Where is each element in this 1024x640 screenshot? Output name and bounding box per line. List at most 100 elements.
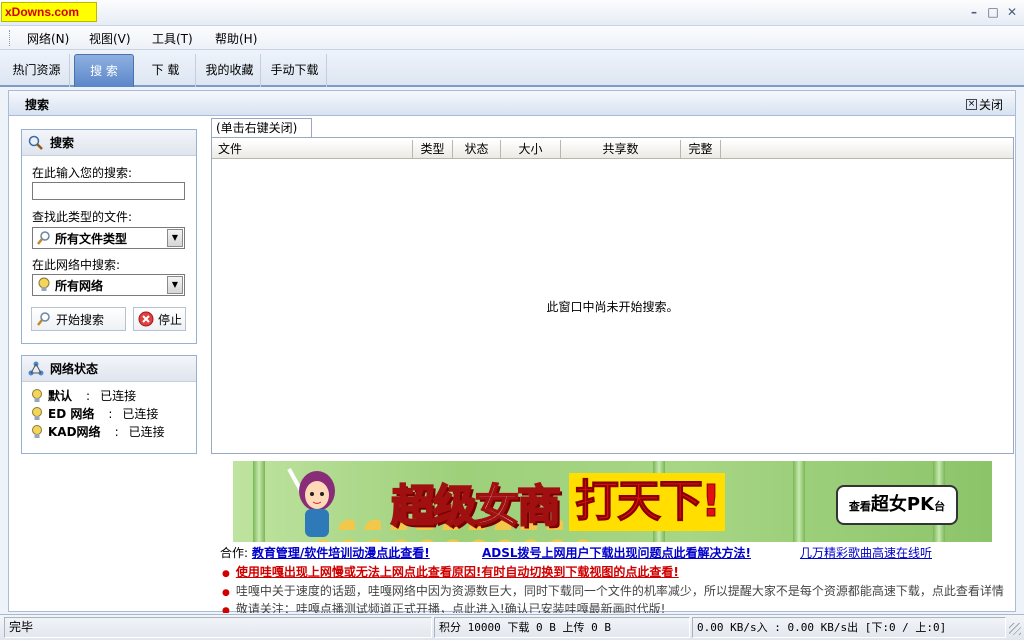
search-panel-header: 搜索 xyxy=(22,130,196,156)
menu-network[interactable]: 网络(N) xyxy=(27,30,69,47)
toolbar-grip xyxy=(9,30,12,46)
column-header-status[interactable]: 状态 xyxy=(453,140,501,159)
results-tab[interactable]: (单击右键关闭) xyxy=(211,118,312,138)
bullet-icon: ● xyxy=(222,606,230,613)
news-item: ● 哇嘎中关于速度的话题，哇嘎网络中因为资源数巨大，同时下载同一个文件的机率减少，… xyxy=(222,582,1004,599)
news-link-3[interactable]: 敬请关注：哇嘎点播测试频道正式开播，点此进入!确认已安装哇嘎最新画时代版! xyxy=(236,602,666,613)
partner-line-2: ADSL拨号上网用户下载出现问题点此看解决方法! xyxy=(482,544,751,561)
status-text: 完毕 xyxy=(4,617,432,638)
banner-cta-prefix: 查看 xyxy=(848,500,871,513)
results-list[interactable]: 文件 类型 状态 大小 共享数 完整 此窗口中尚未开始搜索。 xyxy=(211,138,1014,454)
lightbulb-icon xyxy=(32,406,42,420)
search-icon xyxy=(28,135,43,150)
network-label: 在此网络中搜索: xyxy=(32,258,121,272)
ad-banner[interactable]: 超级女商 打天下! 查看超女PK台 xyxy=(233,461,992,542)
search-panel: 搜索 在此输入您的搜索: 查找此类型的文件: 所有文件类型 ▼ 在此网络中搜索:… xyxy=(21,129,197,344)
network-sep: : xyxy=(86,388,91,403)
status-speed: 0.00 KB/s入 : 0.00 KB/s出 [下:0 / 上:0] xyxy=(692,617,1006,638)
magnifier-icon xyxy=(37,312,50,326)
start-search-label: 开始搜索 xyxy=(56,312,105,327)
empty-results-message: 此窗口中尚未开始搜索。 xyxy=(546,300,679,314)
column-header-file[interactable]: 文件 xyxy=(212,140,413,159)
network-panel-title: 网络状态 xyxy=(50,362,99,376)
partner-link-3[interactable]: 几万精彩歌曲高速在线听 xyxy=(800,546,932,560)
banner-headline: 超级女商 打天下! xyxy=(390,472,726,533)
search-panel-title: 搜索 xyxy=(50,136,75,150)
network-row-kad: KAD网络 : 已连接 xyxy=(30,423,165,440)
tab-search[interactable]: 搜 索 xyxy=(74,54,134,87)
bullet-icon: ● xyxy=(222,588,230,598)
stop-icon xyxy=(138,311,154,327)
bamboo-decoration xyxy=(253,461,265,542)
resize-grip-icon[interactable] xyxy=(1009,623,1021,635)
magnifier-icon xyxy=(37,231,50,245)
network-name: ED 网络 xyxy=(48,407,95,421)
filetype-value: 所有文件类型 xyxy=(55,231,128,246)
menu-view[interactable]: 视图(V) xyxy=(89,30,131,47)
search-input-label: 在此输入您的搜索: xyxy=(32,166,133,180)
news-link-2[interactable]: 哇嘎中关于速度的话题，哇嘎网络中因为资源数巨大，同时下载同一个文件的机率减少，所… xyxy=(236,584,1004,598)
status-points: 积分 10000 下载 0 B 上传 0 B xyxy=(434,617,690,638)
network-status: 已连接 xyxy=(100,389,137,403)
network-row-ed: ED 网络 : 已连接 xyxy=(30,405,158,422)
filetype-label: 查找此类型的文件: xyxy=(32,210,133,224)
tab-manual-download[interactable]: 手动下载 xyxy=(263,54,327,87)
stop-label: 停止 xyxy=(158,312,183,327)
partner-link-1[interactable]: 教育管理/软件培训动漫点此查看! xyxy=(252,546,430,560)
network-status: 已连接 xyxy=(128,425,165,439)
minimize-icon[interactable]: – xyxy=(966,4,982,20)
lightbulb-icon xyxy=(32,424,42,438)
title-bar: xDowns.com – □ ✕ xyxy=(0,0,1024,26)
app-logo: xDowns.com xyxy=(1,2,97,22)
banner-headline-right: 打天下! xyxy=(569,473,726,531)
partner-line-3: 几万精彩歌曲高速在线听 xyxy=(800,544,932,561)
partner-line: 合作: 教育管理/软件培训动漫点此查看! xyxy=(220,544,430,561)
menu-help[interactable]: 帮助(H) xyxy=(215,30,257,47)
network-name: KAD网络 xyxy=(48,425,101,439)
network-row-default: 默认 : 已连接 xyxy=(30,387,136,404)
column-header-type[interactable]: 类型 xyxy=(413,140,453,159)
start-search-button[interactable]: 开始搜索 xyxy=(31,307,126,331)
network-name: 默认 xyxy=(48,389,73,403)
bullet-icon: ● xyxy=(222,569,230,579)
network-icon xyxy=(28,361,44,375)
tab-favorites[interactable]: 我的收藏 xyxy=(199,54,261,87)
tab-download[interactable]: 下 载 xyxy=(136,54,196,87)
banner-cta-bold: 超女PK xyxy=(870,494,935,515)
news-item: ● 敬请关注：哇嘎点播测试频道正式开播，点此进入!确认已安装哇嘎最新画时代版! xyxy=(222,600,665,613)
section-title: 搜索 xyxy=(25,98,50,112)
column-header-sources[interactable]: 共享数 xyxy=(561,140,681,159)
stop-button[interactable]: 停止 xyxy=(133,307,186,331)
news-item: ● 使用哇嘎出现上网慢或无法上网点此查看原因!有时自动切换到下载视图的点此查看! xyxy=(222,563,679,580)
chevron-down-icon[interactable]: ▼ xyxy=(167,229,183,247)
column-header-complete[interactable]: 完整 xyxy=(681,140,721,159)
partner-label: 合作: xyxy=(220,546,249,560)
network-sep: : xyxy=(108,406,113,421)
chevron-down-icon[interactable]: ▼ xyxy=(167,276,183,294)
network-status-panel: 网络状态 默认 : 已连接 ED 网络 : 已连接 KAD网络 : 已连接 xyxy=(21,355,197,454)
banner-cta[interactable]: 查看超女PK台 xyxy=(836,485,958,525)
tab-hot-resources[interactable]: 热门资源 xyxy=(4,54,70,87)
network-sep: : xyxy=(114,424,119,439)
filetype-select[interactable]: 所有文件类型 ▼ xyxy=(32,227,185,249)
tab-bar: 热门资源 搜 索 下 载 我的收藏 手动下载 xyxy=(0,51,1024,87)
status-bar: 完毕 积分 10000 下载 0 B 上传 0 B 0.00 KB/s入 : 0… xyxy=(0,614,1024,640)
menu-bar: 网络(N) 视图(V) 工具(T) 帮助(H) xyxy=(0,26,1024,50)
search-input[interactable] xyxy=(32,182,185,200)
section-header: 搜索 × 关闭 xyxy=(8,90,1016,116)
section-close-button[interactable]: × 关闭 xyxy=(965,96,1003,113)
maximize-icon[interactable]: □ xyxy=(985,4,1001,20)
network-select[interactable]: 所有网络 ▼ xyxy=(32,274,185,296)
partner-link-2[interactable]: ADSL拨号上网用户下载出现问题点此看解决方法! xyxy=(482,546,751,560)
menu-tools[interactable]: 工具(T) xyxy=(152,30,193,47)
close-icon[interactable]: ✕ xyxy=(1004,4,1020,20)
cartoon-girl-icon xyxy=(287,468,335,537)
close-box-icon: × xyxy=(965,99,977,110)
column-header-size[interactable]: 大小 xyxy=(501,140,561,159)
section-close-label: 关闭 xyxy=(978,98,1003,112)
column-header-filler xyxy=(721,140,1013,159)
lightbulb-icon xyxy=(32,388,42,402)
lightbulb-icon xyxy=(38,277,50,291)
banner-cta-suffix: 台 xyxy=(934,500,946,513)
news-link-1[interactable]: 使用哇嘎出现上网慢或无法上网点此查看原因!有时自动切换到下载视图的点此查看! xyxy=(236,565,679,579)
